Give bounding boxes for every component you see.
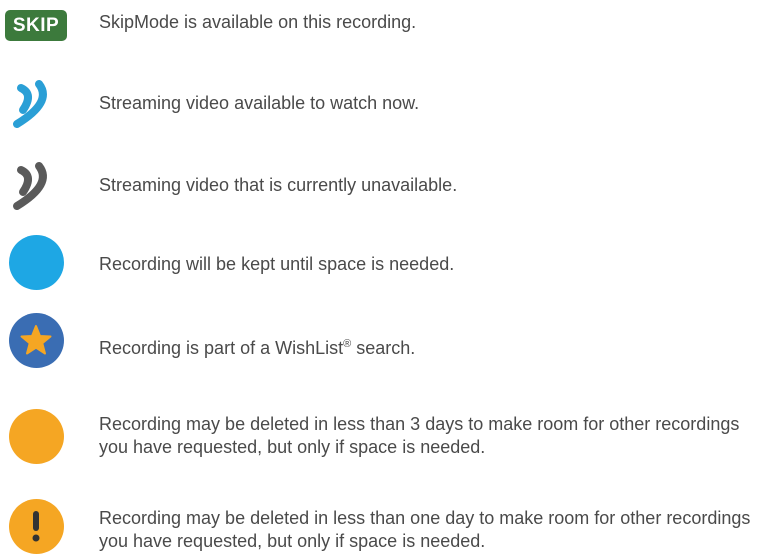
exclamation-dot-icon — [5, 498, 67, 554]
registered-mark: ® — [343, 338, 352, 350]
wishlist-circle — [8, 312, 64, 368]
streaming-available-icon — [5, 74, 67, 130]
streaming-unavailable-icon — [5, 156, 67, 212]
icon-legend: SKIP SkipMode is available on this recor… — [0, 0, 773, 554]
yellow-circle — [8, 408, 64, 464]
exclamation-circle — [8, 498, 64, 554]
exclamation-icon — [32, 511, 40, 542]
streaming-signal-gray-icon — [13, 162, 47, 210]
legend-text-yellow-dot: Recording may be deleted in less than 3 … — [99, 414, 740, 457]
yellow-dot-icon — [5, 408, 67, 464]
streaming-signal-blue-icon — [13, 80, 47, 128]
legend-text-streaming-available: Streaming video available to watch now. — [99, 93, 420, 113]
skip-badge-label: SKIP — [4, 9, 68, 41]
star-icon — [20, 325, 52, 355]
blue-dot-icon — [5, 234, 67, 290]
legend-text-skipmode: SkipMode is available on this recording. — [99, 12, 417, 32]
legend-text-blue-dot: Recording will be kept until space is ne… — [99, 254, 455, 274]
skipmode-badge-icon: SKIP — [4, 0, 68, 53]
legend-text-wishlist: Recording is part of a WishList® search. — [99, 338, 416, 358]
wishlist-star-icon — [5, 312, 67, 368]
blue-circle — [8, 234, 64, 290]
legend-text-streaming-unavailable: Streaming video that is currently unavai… — [99, 175, 458, 195]
legend-text-exclamation-dot: Recording may be deleted in less than on… — [99, 508, 751, 551]
